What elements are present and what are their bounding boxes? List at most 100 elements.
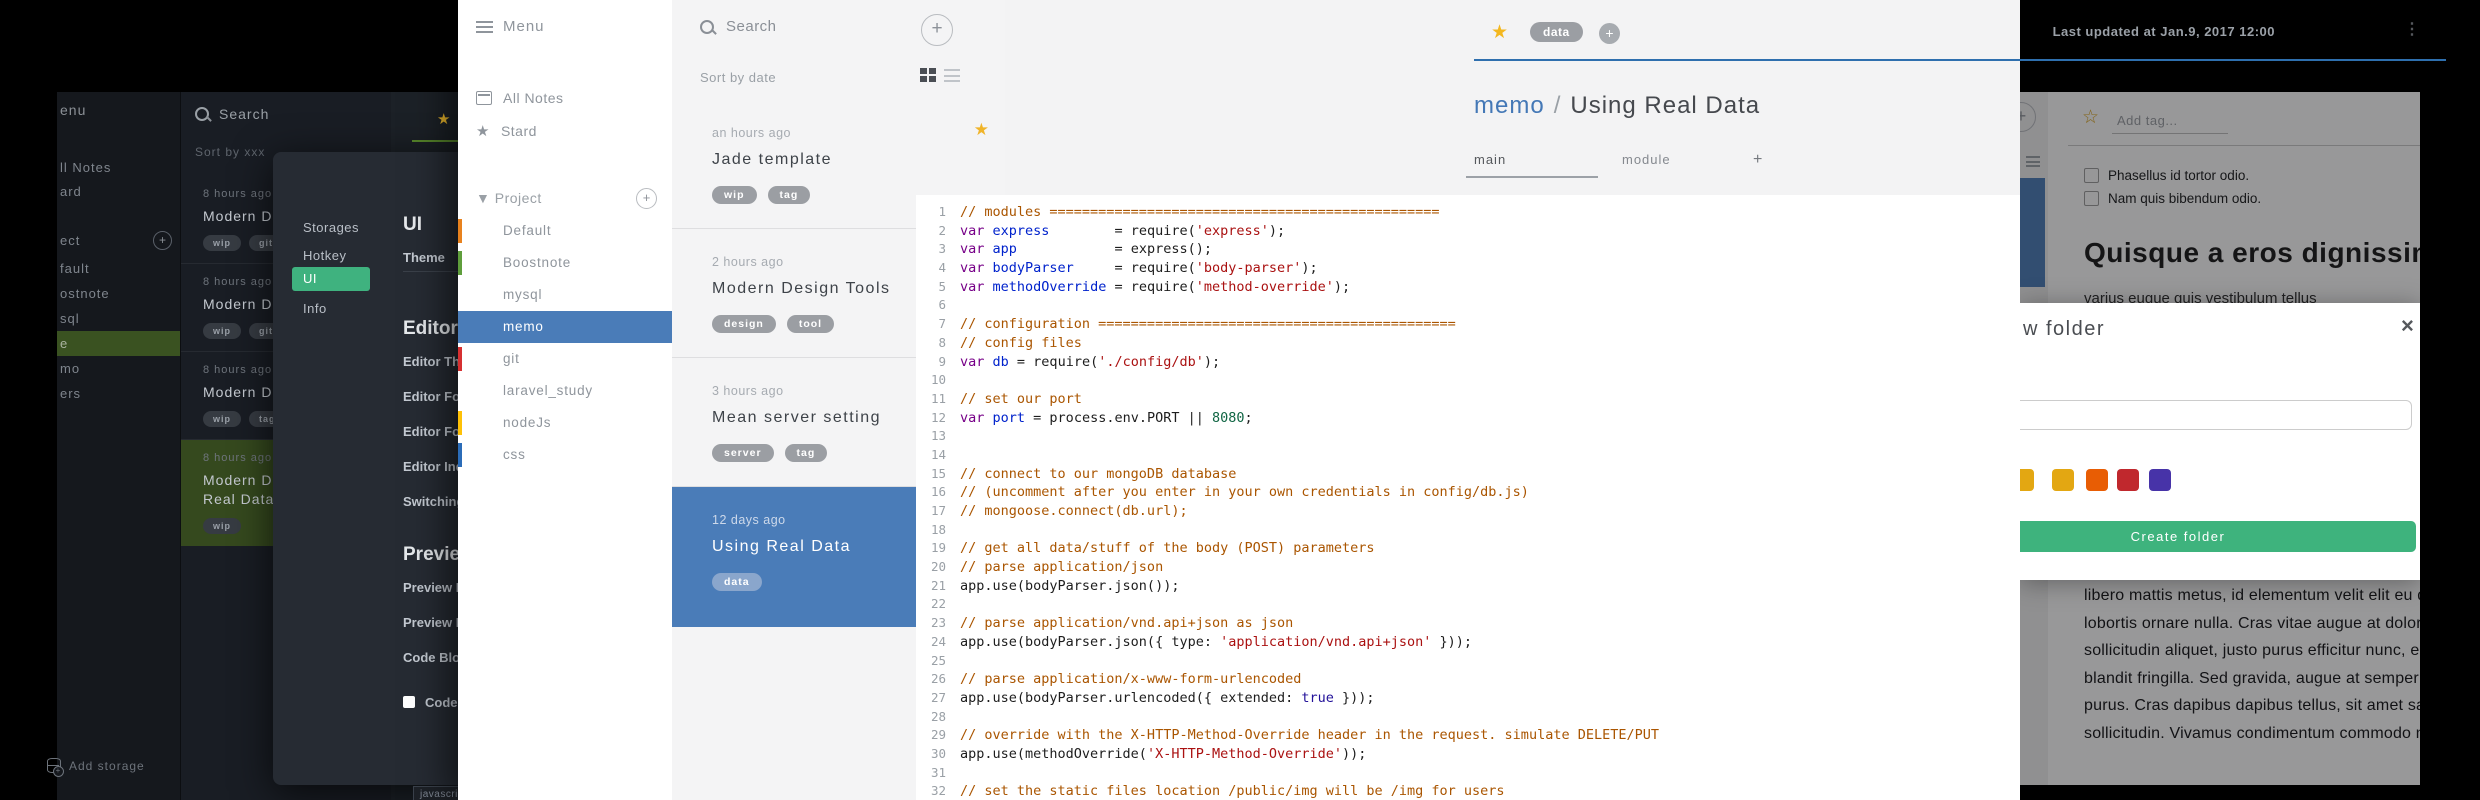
sort-selector[interactable]: Sort by date	[700, 70, 776, 85]
code-line: 5 var methodOverride = require('method-ov…	[916, 278, 2020, 297]
sidebar-folder-mysql[interactable]: mysql	[458, 279, 672, 311]
menu-label: Menu	[503, 18, 545, 35]
add-tag-button[interactable]: +	[1599, 23, 1620, 44]
code-token: var	[960, 222, 985, 239]
code-token: 'X-HTTP-Method-Override'	[1146, 745, 1343, 762]
color-swatch[interactable]	[2117, 469, 2139, 491]
grid-view-icon[interactable]	[920, 68, 936, 83]
settings-nav-item[interactable]: Hotkey	[303, 248, 346, 263]
settings-nav-item-active[interactable]: UI	[292, 267, 370, 291]
code-token: methodOverride	[992, 278, 1107, 295]
code-line: 24 app.use(bodyParser.json({ type: 'appli…	[916, 633, 2020, 652]
code-line: 26 // parse application/x-www-form-urlenc…	[916, 670, 2020, 689]
folder-color-bar	[458, 443, 462, 467]
note-title-folder: memo	[1474, 92, 1545, 119]
settings-nav-label: UI	[303, 271, 317, 286]
folder-list: Default Boostnote mysql memo git laravel_stud…	[458, 215, 672, 471]
code-token: bodyParser	[992, 260, 1074, 277]
code-token: = require(	[1106, 278, 1196, 295]
dark-editor-divider	[412, 140, 458, 142]
note-star-toggle[interactable]: ★	[1491, 21, 1508, 44]
code-token: = require(	[1049, 222, 1196, 239]
sidebar-item-starred[interactable]: ★ Stard	[476, 122, 537, 140]
sidebar-item-all-notes[interactable]: All Notes	[476, 90, 564, 106]
color-swatch[interactable]	[2086, 469, 2108, 491]
project-section-header[interactable]: ▼ Project	[476, 190, 542, 206]
search-input[interactable]: Search	[700, 18, 777, 35]
line-number: 22	[930, 596, 946, 612]
dark-add-folder-button[interactable]: +	[153, 231, 172, 250]
settings-section-heading: Editor	[403, 318, 458, 339]
settings-section-heading: Previe	[403, 544, 458, 565]
note-time: an hours ago	[712, 126, 791, 140]
add-storage-button[interactable]: Add storage	[47, 758, 145, 777]
dark-search-input[interactable]: Search	[195, 106, 269, 122]
settings-nav-item[interactable]: Storages	[303, 220, 359, 235]
star-icon: ★	[476, 123, 490, 140]
dark-folder-item[interactable]: ostnote	[57, 281, 180, 306]
dark-sidebar-item-starred[interactable]: ard	[60, 184, 82, 199]
dark-folder-item[interactable]: mo	[57, 356, 180, 381]
sidebar-folder-laravel_study[interactable]: laravel_study	[458, 375, 672, 407]
settings-checkbox[interactable]	[403, 696, 415, 708]
code-token: true	[1301, 689, 1334, 706]
folder-label: nodeJs	[503, 415, 552, 430]
line-number: 2	[938, 222, 946, 238]
dark-menu-button[interactable]: enu	[60, 102, 86, 118]
list-view-icon[interactable]	[944, 69, 960, 82]
code-line: 22	[916, 595, 2020, 614]
note-star-icon[interactable]: ★	[974, 120, 989, 140]
line-number: 24	[930, 633, 946, 649]
dark-folder-item[interactable]: e	[57, 331, 180, 356]
note-menu-button[interactable]: ⋮	[2404, 19, 2420, 39]
create-folder-button[interactable]: Create folder	[2020, 521, 2416, 552]
dark-tag-pill: wip	[203, 235, 241, 251]
tab-module[interactable]: module	[1622, 152, 1671, 167]
code-token: // parse application/json	[960, 559, 1164, 576]
color-swatch[interactable]	[2020, 469, 2034, 491]
code-token: = require(	[1073, 260, 1196, 277]
code-token: 'application/vnd.api+json'	[1220, 633, 1432, 650]
sidebar-folder-Boostnote[interactable]: Boostnote	[458, 247, 672, 279]
sidebar-folder-css[interactable]: css	[458, 439, 672, 471]
sidebar-folder-memo[interactable]: memo	[458, 311, 672, 343]
new-note-button[interactable]: +	[921, 14, 953, 46]
folder-name-input[interactable]	[2020, 400, 2412, 430]
sidebar-folder-Default[interactable]: Default	[458, 215, 672, 247]
settings-row-label: Editor For	[403, 389, 458, 404]
code-editor[interactable]: 1 // modules ============================…	[916, 195, 2020, 800]
line-number: 13	[930, 428, 946, 444]
menu-button[interactable]: Menu	[476, 18, 545, 35]
color-swatch[interactable]	[2052, 469, 2074, 491]
sidebar-folder-nodeJs[interactable]: nodeJs	[458, 407, 672, 439]
dark-folder-item[interactable]: ers	[57, 381, 180, 406]
color-swatch[interactable]	[2149, 469, 2171, 491]
note-title[interactable]: memo / Using Real Data	[1474, 92, 1760, 120]
note-tag-pill[interactable]: data	[1530, 22, 1583, 42]
code-token: // parse application/vnd.api+json as jso…	[960, 615, 1294, 632]
dark-star-icon[interactable]: ★	[437, 110, 450, 128]
line-number: 27	[930, 689, 946, 705]
code-token: // override with the X-HTTP-Method-Overr…	[960, 727, 1659, 744]
hamburger-icon	[476, 20, 493, 33]
settings-nav-item[interactable]: Info	[303, 301, 327, 316]
dark-folder-item[interactable]: sql	[57, 306, 180, 331]
add-folder-button[interactable]: +	[636, 188, 657, 209]
add-tab-button[interactable]: +	[1753, 151, 1762, 169]
code-line: 10	[916, 371, 2020, 390]
tab-main[interactable]: main	[1474, 152, 1506, 167]
folder-label: memo	[503, 319, 544, 334]
search-icon	[195, 107, 209, 121]
dark-project-header[interactable]: ect	[60, 233, 80, 248]
sidebar-folder-git[interactable]: git	[458, 343, 672, 375]
code-line: 28	[916, 708, 2020, 727]
close-icon[interactable]: ×	[2401, 313, 2414, 339]
dark-sidebar-item-all-notes[interactable]: ll Notes	[60, 160, 111, 175]
dark-sort-selector[interactable]: Sort by xxx	[195, 145, 265, 159]
settings-row-label: Editor Ind	[403, 459, 458, 474]
dark-folder-item[interactable]: fault	[57, 256, 180, 281]
code-line: 13	[916, 427, 2020, 446]
code-token: // set the static files location /public…	[960, 783, 1505, 800]
settings-row-label: Preview F	[403, 615, 458, 630]
